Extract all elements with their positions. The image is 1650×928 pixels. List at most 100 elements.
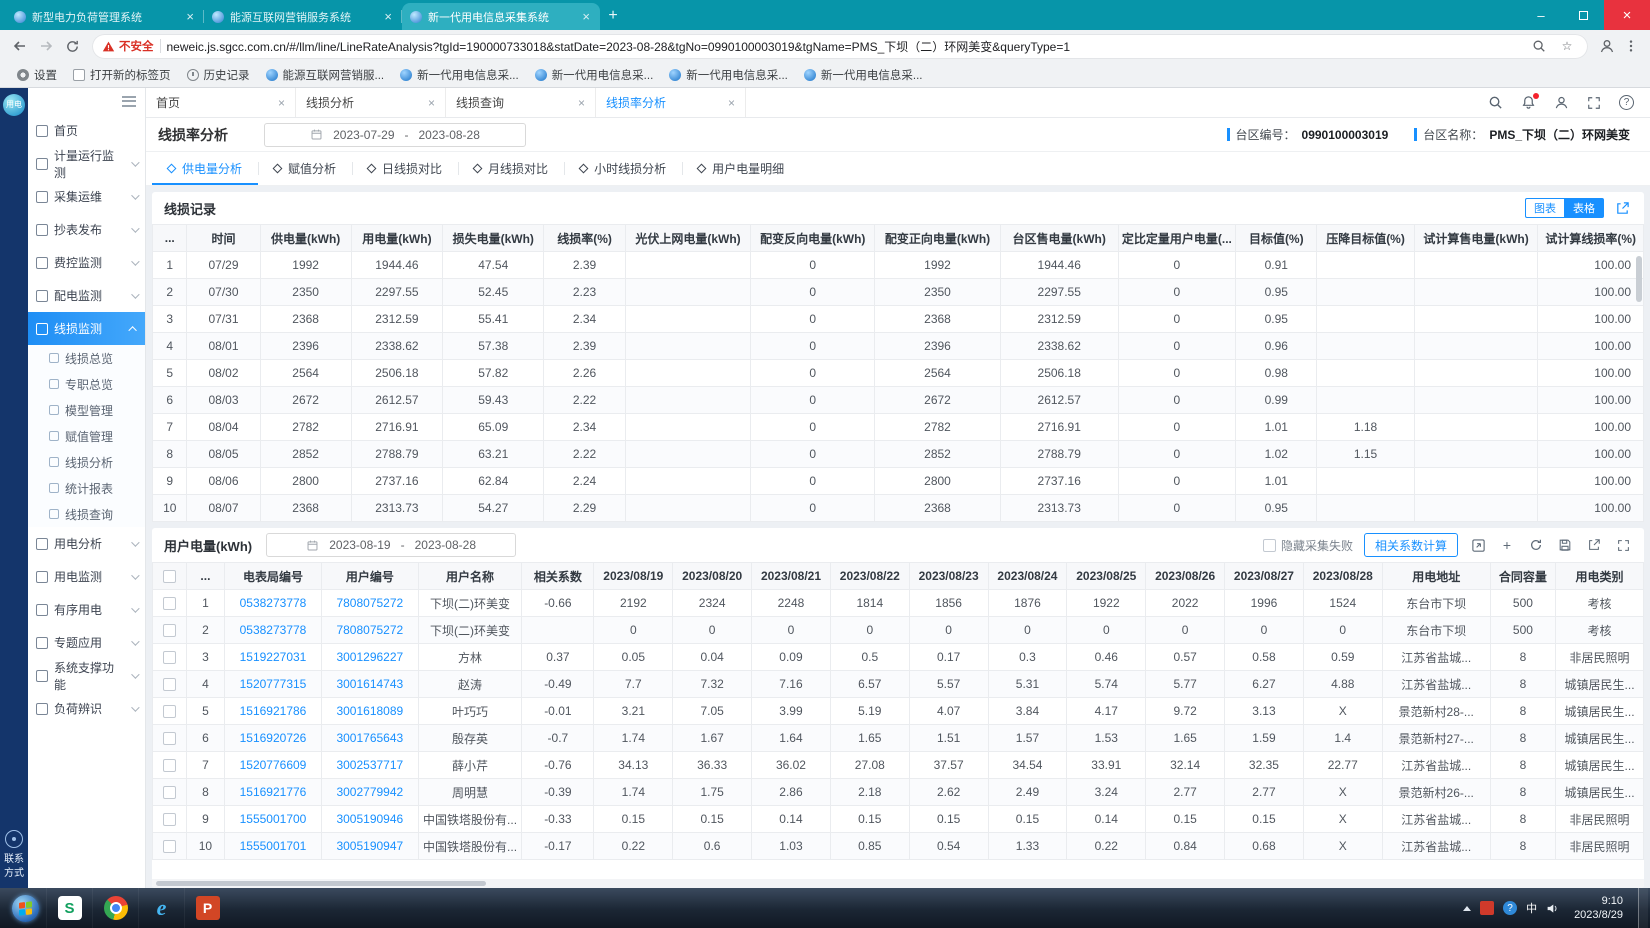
row-checkbox[interactable] [163,597,176,610]
sidebar-item-distribution-monitor[interactable]: 配电监测 [28,279,145,312]
sidebar-item-system-support[interactable]: 系统支撑功能 [28,659,145,692]
app-tab[interactable]: 线损率分析× [596,88,746,117]
user-no-link[interactable]: 3002779942 [321,779,418,806]
meter-no-link[interactable]: 1520777315 [225,671,322,698]
user-no-link[interactable]: 7808075272 [321,590,418,617]
vertical-scrollbar-thumb[interactable] [1636,256,1642,302]
user-date-start-input[interactable]: 2023-08-19 [329,538,390,552]
start-button[interactable] [4,888,46,928]
contact-block[interactable]: 联系 方式 [4,830,24,880]
collapse-menu-icon[interactable] [122,96,136,107]
bookmark-item[interactable]: 新一代用电信息采... [528,65,661,85]
table-row[interactable]: 107/2919921944.4647.542.39019921944.4600… [153,252,1644,279]
sidebar-item-metering-monitor[interactable]: 计量运行监测 [28,147,145,180]
bookmark-item[interactable]: 打开新的标签页 [66,65,178,85]
meter-no-link[interactable]: 0538273778 [225,617,322,644]
meter-no-link[interactable]: 1516920726 [225,725,322,752]
save-icon[interactable] [1556,536,1574,554]
table-row[interactable]: 315192270313001296227方林0.370.050.040.090… [153,644,1644,671]
forward-icon[interactable] [34,34,58,58]
table-view-button[interactable]: 表格 [1564,198,1604,218]
meter-no-link[interactable]: 1516921776 [225,779,322,806]
table-row[interactable]: 915550017003005190946中国铁塔股份有...-0.330.15… [153,806,1644,833]
sidebar-item-collection-ops[interactable]: 采集运维 [28,180,145,213]
table-row[interactable]: 307/3123682312.5955.412.34023682312.5900… [153,306,1644,333]
sidebar-item-home[interactable]: 首页 [28,114,145,147]
taskbar-app-internet-explorer[interactable]: e [138,888,184,928]
sidebar-subitem-assignment-management[interactable]: 赋值管理 [28,423,145,449]
table-row[interactable]: 908/0628002737.1662.842.24028002737.1601… [153,468,1644,495]
speaker-icon[interactable] [1546,902,1559,915]
tab-close-icon[interactable]: × [580,9,592,24]
tray-expand-icon[interactable] [1463,906,1471,911]
sub-tab[interactable]: 赋值分析 [258,152,352,185]
search-icon[interactable] [1488,95,1503,110]
tab-close-icon[interactable]: × [728,96,735,110]
horizontal-scrollbar-thumb[interactable] [156,881,486,886]
tab-close-icon[interactable]: × [428,96,435,110]
user-icon[interactable] [1554,95,1569,110]
meter-no-link[interactable]: 1516921786 [225,698,322,725]
table-row[interactable]: 815169217763002779942周明慧-0.391.741.752.8… [153,779,1644,806]
user-table-scroll-area[interactable]: ...电表局编号用户编号用户名称相关系数2023/08/192023/08/20… [152,562,1644,888]
sidebar-subitem-model-management[interactable]: 模型管理 [28,397,145,423]
sidebar-item-power-monitor[interactable]: 用电监测 [28,560,145,593]
meter-no-link[interactable]: 1520776609 [225,752,322,779]
table-row[interactable]: 105382737787808075272下坝(二)环美变-0.66219223… [153,590,1644,617]
user-no-link[interactable]: 3001765643 [321,725,418,752]
sub-tab[interactable]: 小时线损分析 [564,152,682,185]
export-icon[interactable] [1612,198,1632,218]
user-no-link[interactable]: 3005190946 [321,806,418,833]
sidebar-item-orderly-power[interactable]: 有序用电 [28,593,145,626]
back-icon[interactable] [8,34,32,58]
address-bar[interactable]: 不安全 neweic.js.sgcc.com.cn/#/llm/line/Lin… [92,34,1588,59]
browser-tab[interactable]: 能源互联网营销服务系统× [204,3,402,30]
table-row[interactable]: 415207773153001614743赵涛-0.497.77.327.166… [153,671,1644,698]
user-no-link[interactable]: 3005190947 [321,833,418,860]
window-maximize-button[interactable] [1562,0,1604,30]
tab-close-icon[interactable]: × [382,9,394,24]
bookmark-star-icon[interactable]: ☆ [1556,35,1578,57]
chart-view-button[interactable]: 图表 [1525,198,1564,218]
sub-tab[interactable]: 月线损对比 [458,152,564,185]
refresh-table-icon[interactable] [1527,536,1545,554]
select-all-checkbox[interactable] [163,570,176,583]
bookmark-item[interactable]: 设置 [10,65,64,85]
sidebar-item-special-apps[interactable]: 专题应用 [28,626,145,659]
sidebar-item-fee-control[interactable]: 费控监测 [28,246,145,279]
taskbar-app-chrome[interactable] [92,888,138,928]
bookmark-item[interactable]: 新一代用电信息采... [662,65,795,85]
browser-tab[interactable]: 新一代用电信息采集系统× [402,3,600,30]
sub-tab[interactable]: 供电量分析 [152,152,258,185]
row-checkbox[interactable] [163,786,176,799]
bookmark-item[interactable]: 新一代用电信息采... [797,65,930,85]
refresh-icon[interactable] [60,34,84,58]
horizontal-scrollbar[interactable] [152,879,1644,888]
table-row[interactable]: 708/0427822716.9165.092.34027822716.9101… [153,414,1644,441]
sidebar-subitem-line-loss-query[interactable]: 线损查询 [28,501,145,527]
security-chip[interactable]: 不安全 [102,38,154,54]
meter-no-link[interactable]: 1519227031 [225,644,322,671]
user-no-link[interactable]: 3002537717 [321,752,418,779]
correlation-calc-button[interactable]: 相关系数计算 [1364,533,1458,557]
sidebar-item-load-identify[interactable]: 负荷辨识 [28,692,145,725]
window-minimize-button[interactable]: – [1520,0,1562,30]
row-checkbox[interactable] [163,651,176,664]
user-no-link[interactable]: 3001618089 [321,698,418,725]
sidebar-subitem-duty-overview[interactable]: 专职总览 [28,371,145,397]
sub-tab[interactable]: 用户电量明细 [682,152,800,185]
bookmark-item[interactable]: 能源互联网营销服... [259,65,392,85]
new-tab-button[interactable]: + [600,3,626,29]
row-checkbox[interactable] [163,678,176,691]
bell-icon[interactable] [1521,95,1536,110]
row-checkbox[interactable] [163,813,176,826]
user-date-end-input[interactable]: 2023-08-28 [415,538,476,552]
tray-app-icon[interactable] [1480,901,1494,915]
row-checkbox[interactable] [163,732,176,745]
add-icon[interactable]: + [1498,536,1516,554]
app-tab[interactable]: 线损分析× [296,88,446,117]
sidebar-subitem-line-loss-analysis[interactable]: 线损分析 [28,449,145,475]
user-no-link[interactable]: 3001614743 [321,671,418,698]
help-icon[interactable]: ? [1619,95,1634,110]
input-method-icon[interactable]: 中 [1526,900,1537,916]
